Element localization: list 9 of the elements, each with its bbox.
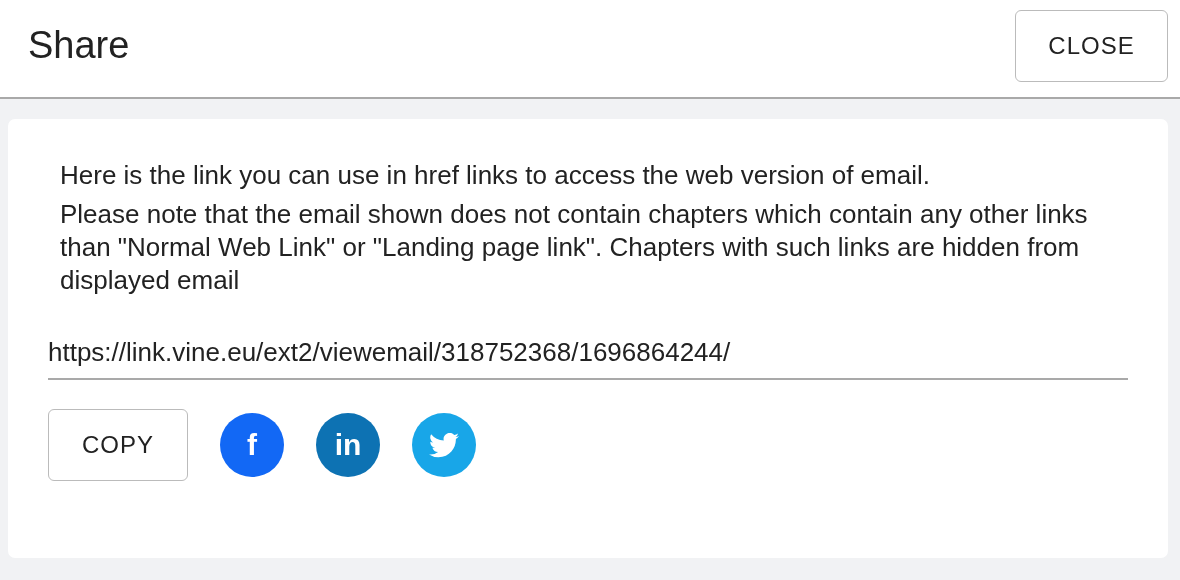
url-field[interactable]: https://link.vine.eu/ext2/viewemail/318752368/1696864244/ [48,325,1128,380]
copy-button[interactable]: COPY [48,409,188,481]
linkedin-share-button[interactable]: in [316,413,380,477]
facebook-share-button[interactable]: f [220,413,284,477]
close-button[interactable]: CLOSE [1015,9,1168,82]
info-text: Please note that the email shown does not contain chapters which contain any other links than "Normal Web Link" or "Landing page link". Chapters with such links are hidden from displayed email [60,198,1089,297]
dialog-title: Share [28,24,130,67]
bird-icon [429,432,459,458]
info-text: Here is the link you can use in href links to access the web version of email. [60,159,931,192]
